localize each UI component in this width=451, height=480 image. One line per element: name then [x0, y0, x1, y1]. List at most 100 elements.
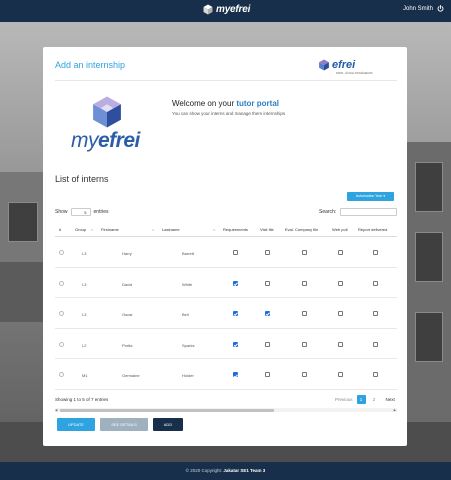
- row-select-radio[interactable]: [59, 372, 64, 378]
- lastname-cell: White: [182, 281, 193, 287]
- efrei-logo: efrei PARIS · ÉCOLE D'INGÉNIEURS: [318, 59, 373, 75]
- status-checkbox[interactable]: [373, 372, 378, 378]
- status-checkbox[interactable]: [338, 341, 343, 347]
- myefrei-logo[interactable]: myefrei: [203, 4, 250, 15]
- status-checkbox[interactable]: [338, 372, 343, 378]
- efrei-logo-subtitle: PARIS · ÉCOLE D'INGÉNIEURS: [336, 72, 373, 75]
- status-checkbox[interactable]: [302, 341, 307, 347]
- status-checkbox[interactable]: [338, 280, 343, 286]
- lastname-cell: Bell: [182, 312, 189, 318]
- table-row[interactable]: L2 Portia Sparks: [55, 329, 397, 360]
- myefrei-big-logo: myefrei: [69, 95, 149, 159]
- status-checkbox[interactable]: [373, 311, 378, 317]
- status-checkbox[interactable]: [233, 250, 238, 255]
- scroll-left-icon[interactable]: ◀: [55, 408, 57, 412]
- status-checkbox[interactable]: [302, 311, 307, 317]
- status-checkbox[interactable]: [265, 250, 270, 255]
- pagination: Previous 1 2 Next: [335, 395, 395, 404]
- top-navbar: myefrei John Smith: [0, 0, 451, 22]
- internship-card: Add an internship efrei PARIS · ÉCOLE D'…: [43, 47, 407, 446]
- showing-info: Showing 1 to 5 of 7 entries: [55, 397, 109, 402]
- firstname-cell: Portia: [122, 342, 133, 348]
- col-header-number[interactable]: #: [59, 227, 61, 232]
- status-checkbox[interactable]: [338, 250, 343, 255]
- scroll-right-icon[interactable]: ▶: [394, 408, 396, 412]
- power-icon[interactable]: [437, 5, 444, 12]
- row-select-radio[interactable]: [59, 311, 64, 317]
- group-cell: L2: [82, 342, 87, 348]
- group-cell: M1: [82, 373, 88, 379]
- interns-table: # Group ⇅ Firstname ⇅ Lastname ⇅ Require…: [55, 222, 397, 390]
- update-button[interactable]: UPDATE: [57, 418, 95, 431]
- entries-label: entries: [93, 209, 109, 215]
- footer-team: Jakatar SE1 Team 3: [223, 468, 266, 473]
- sort-icon: ⇅: [152, 228, 155, 232]
- row-select-radio[interactable]: [59, 250, 64, 255]
- status-checkbox[interactable]: [302, 280, 307, 286]
- col-header-web-poll[interactable]: Web poll: [332, 227, 348, 232]
- status-checkbox[interactable]: [302, 250, 307, 255]
- status-checkbox[interactable]: [265, 280, 270, 286]
- see-details-button[interactable]: SEE DETAILS: [100, 418, 148, 431]
- cube-logo-icon: [93, 96, 121, 128]
- status-checkbox[interactable]: [265, 341, 270, 347]
- table-row[interactable]: L3 Oscar Bell: [55, 298, 397, 329]
- next-button[interactable]: Next: [386, 397, 395, 402]
- table-row[interactable]: M1 Germaine Holder: [55, 359, 397, 390]
- logo-text: myefrei: [216, 4, 251, 15]
- firstname-cell: Harry: [122, 251, 132, 256]
- add-button[interactable]: ADD: [153, 418, 183, 431]
- status-checkbox[interactable]: [233, 341, 238, 347]
- status-checkbox[interactable]: [373, 250, 378, 255]
- title-divider: [55, 80, 397, 81]
- logo-efrei: efrei: [98, 129, 140, 152]
- footer: © 2020 Copyright: Jakatar SE1 Team 3: [0, 462, 451, 480]
- welcome-subtitle: You can show your interns and manage the…: [172, 111, 286, 116]
- firstname-cell: Germaine: [122, 373, 140, 379]
- welcome-highlight: tutor portal: [236, 99, 279, 108]
- status-checkbox[interactable]: [373, 280, 378, 286]
- efrei-cube-icon: [319, 59, 329, 71]
- table-row[interactable]: L3 David White: [55, 268, 397, 299]
- col-header-lastname[interactable]: Lastname: [162, 227, 180, 232]
- firstname-cell: David: [122, 281, 133, 287]
- col-header-requirements[interactable]: Requirements: [223, 227, 248, 232]
- table-header: # Group ⇅ Firstname ⇅ Lastname ⇅ Require…: [55, 222, 397, 237]
- page-1-button[interactable]: 1: [356, 395, 366, 404]
- status-checkbox[interactable]: [338, 311, 343, 317]
- card-title: Add an internship: [55, 60, 126, 70]
- col-header-group[interactable]: Group: [75, 227, 86, 232]
- table-row[interactable]: L3 Harry Barrett: [55, 237, 397, 268]
- status-checkbox[interactable]: [265, 311, 270, 317]
- year-dropdown-button[interactable]: Autorisation Year ▾: [347, 192, 394, 201]
- firstname-cell: Oscar: [122, 312, 133, 318]
- status-checkbox[interactable]: [265, 372, 270, 378]
- status-checkbox[interactable]: [302, 372, 307, 378]
- row-select-radio[interactable]: [59, 341, 64, 347]
- logo-my: my: [71, 129, 99, 152]
- col-header-eval-company-file[interactable]: Eval. Company file: [285, 227, 318, 232]
- search-label: Search:: [319, 209, 337, 215]
- user-name[interactable]: John Smith: [403, 6, 433, 12]
- page-2-button[interactable]: 2: [370, 395, 379, 404]
- row-select-radio[interactable]: [59, 280, 64, 286]
- previous-button[interactable]: Previous: [335, 397, 353, 402]
- horizontal-scrollbar[interactable]: ◀ ▶: [55, 408, 397, 412]
- sort-icon: ⇅: [91, 228, 94, 232]
- scrollbar-thumb[interactable]: [60, 408, 274, 412]
- col-header-report-delivered[interactable]: Report delivered: [358, 227, 387, 232]
- col-header-visit-file[interactable]: Visit file: [260, 227, 274, 232]
- entries-length-control: Show 5 entries: [55, 208, 109, 216]
- col-header-firstname[interactable]: Firstname: [101, 227, 119, 232]
- sort-icon: ⇅: [213, 228, 216, 232]
- group-cell: L3: [82, 251, 87, 256]
- status-checkbox[interactable]: [233, 311, 238, 317]
- group-cell: L3: [82, 312, 87, 318]
- status-checkbox[interactable]: [233, 372, 238, 378]
- footer-copyright: © 2020 Copyright:: [185, 468, 224, 473]
- entries-select[interactable]: 5: [70, 208, 91, 216]
- table-body: L3 Harry Barrett L3 David White L3 Oscar Bell L2 P…: [55, 237, 397, 390]
- status-checkbox[interactable]: [233, 280, 238, 286]
- status-checkbox[interactable]: [373, 341, 378, 347]
- search-input[interactable]: [340, 208, 398, 216]
